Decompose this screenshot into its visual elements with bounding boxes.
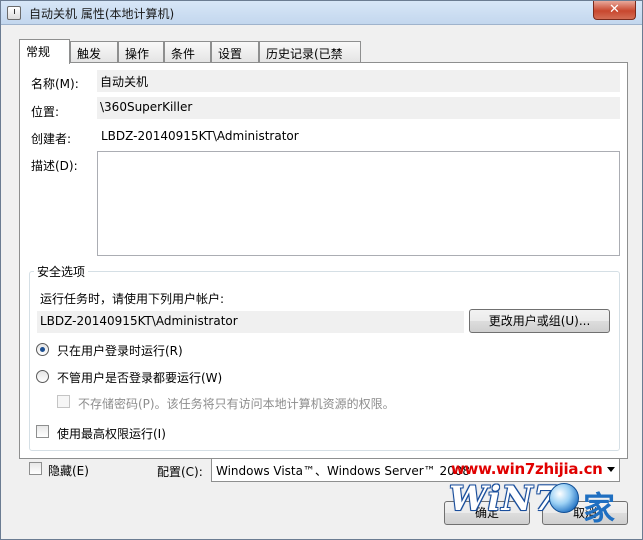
location-field: \360SuperKiller <box>97 97 620 119</box>
name-label: 名称(M): <box>31 77 79 91</box>
task-properties-window: 自动关机 属性(本地计算机) ✕ 常规 触发器 操作 条件 设置 历史记录(已禁… <box>0 0 643 540</box>
watermark-logo-suffix: 家 <box>583 489 616 527</box>
author-label: 创建者: <box>31 132 72 146</box>
tab-actions[interactable]: 操作 <box>118 41 164 62</box>
chevron-down-icon <box>607 467 615 472</box>
close-button[interactable]: ✕ <box>593 1 636 20</box>
windows-orb-icon <box>549 483 579 513</box>
title-bar: 自动关机 属性(本地计算机) ✕ <box>1 1 642 25</box>
description-textarea[interactable] <box>97 151 620 256</box>
tab-triggers[interactable]: 触发器 <box>70 41 118 78</box>
hidden-label[interactable]: 隐藏(E) <box>48 462 89 479</box>
author-value: LBDZ-20140915KT\Administrator <box>101 129 299 143</box>
tab-history[interactable]: 历史记录(已禁用) <box>259 41 361 78</box>
change-user-button[interactable]: 更改用户或组(U)... <box>469 309 610 333</box>
task-scheduler-icon <box>7 6 21 20</box>
no-store-password-checkbox <box>57 395 70 408</box>
security-options-title: 安全选项 <box>34 263 89 280</box>
watermark-url: www.win7zhijia.cn <box>451 460 603 478</box>
description-label: 描述(D): <box>31 159 78 173</box>
name-field[interactable]: 自动关机 <box>97 70 620 92</box>
highest-privileges-label[interactable]: 使用最高权限运行(I) <box>57 425 166 442</box>
radio-logged-on[interactable] <box>36 343 49 356</box>
window-title: 自动关机 属性(本地计算机) <box>29 7 175 21</box>
watermark-logo: WiN7 <box>449 479 559 519</box>
tab-settings[interactable]: 设置 <box>211 41 259 62</box>
location-label: 位置: <box>31 105 60 119</box>
configure-select-value: Windows Vista™、Windows Server™ 2008 <box>216 464 471 478</box>
configure-label: 配置(C): <box>157 465 203 479</box>
radio-any-user[interactable] <box>36 370 49 383</box>
tab-general[interactable]: 常规 <box>19 39 70 64</box>
radio-logged-on-label[interactable]: 只在用户登录时运行(R) <box>57 342 183 359</box>
run-as-label: 运行任务时，请使用下列用户帐户: <box>40 292 225 306</box>
radio-any-user-label[interactable]: 不管用户是否登录都要运行(W) <box>57 369 222 386</box>
tab-conditions[interactable]: 条件 <box>164 41 211 62</box>
hidden-checkbox[interactable] <box>29 462 42 475</box>
user-account-field: LBDZ-20140915KT\Administrator <box>37 311 464 333</box>
no-store-password-label: 不存储密码(P)。该任务将只有访问本地计算机资源的权限。 <box>78 397 395 411</box>
highest-privileges-checkbox[interactable] <box>36 425 49 438</box>
